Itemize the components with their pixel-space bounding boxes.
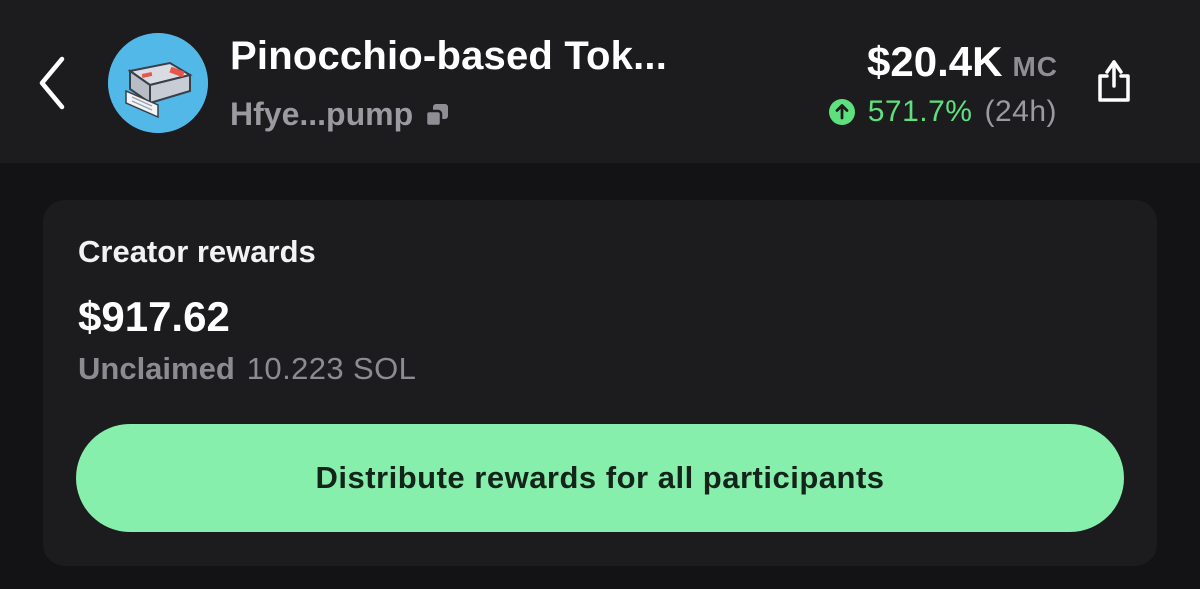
share-button[interactable]: [1086, 50, 1142, 110]
token-header: Pinocchio-based Tok... Hfye...pump $20.4…: [0, 0, 1200, 163]
card-title: Creator rewards: [78, 234, 316, 269]
laminator-machine-image: [108, 33, 208, 133]
token-address: Hfye...pump: [230, 96, 414, 132]
unclaimed-value: 10.223 SOL: [246, 351, 417, 386]
chevron-left-icon: [39, 56, 65, 110]
arrow-up-circle-icon: [828, 98, 856, 126]
unclaimed-row: Unclaimed 10.223 SOL: [78, 351, 416, 387]
copy-icon[interactable]: [423, 101, 451, 129]
token-page: Pinocchio-based Tok... Hfye...pump $20.4…: [0, 0, 1200, 589]
distribute-rewards-button[interactable]: Distribute rewards for all participants: [76, 424, 1124, 532]
rewards-amount: $917.62: [78, 293, 230, 340]
token-avatar: [108, 33, 208, 133]
market-cap-label: MC: [1012, 51, 1058, 82]
back-button[interactable]: [26, 48, 78, 118]
change-percent: 571.7%: [867, 95, 973, 128]
unclaimed-label: Unclaimed: [78, 351, 235, 386]
market-cap: $20.4K MC: [867, 38, 1058, 86]
price-change: 571.7% (24h): [828, 95, 1057, 129]
market-cap-value: $20.4K: [867, 38, 1003, 85]
share-icon: [1098, 60, 1130, 102]
token-name: Pinocchio-based Tok...: [230, 34, 668, 78]
creator-rewards-card: Creator rewards $917.62 Unclaimed 10.223…: [43, 200, 1157, 566]
change-period: (24h): [984, 95, 1057, 128]
token-address-copy[interactable]: Hfye...pump: [230, 96, 451, 133]
